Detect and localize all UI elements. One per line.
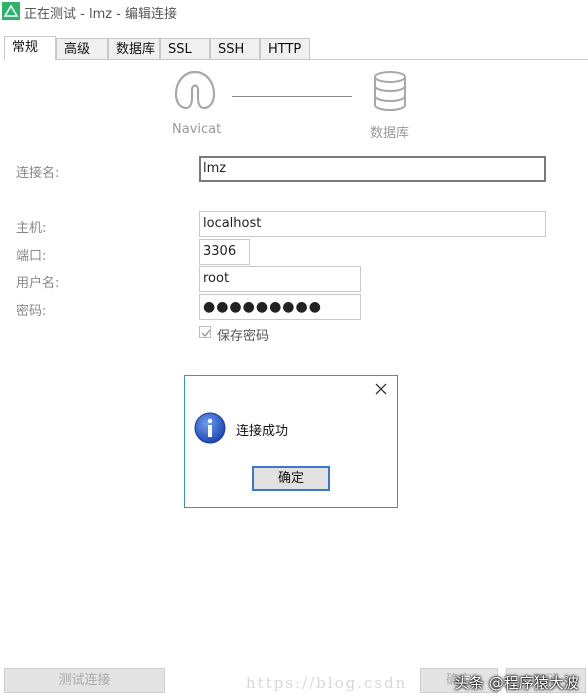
general-panel bbox=[4, 60, 586, 663]
dialog-message: 连接成功 bbox=[236, 424, 289, 439]
navicat-label: Navicat bbox=[172, 122, 222, 137]
info-icon bbox=[194, 412, 226, 444]
tab-strip: 常规 高级 数据库 SSL SSH HTTP bbox=[4, 36, 588, 60]
tab-ssh[interactable]: SSH bbox=[210, 38, 260, 59]
window-title: 正在测试 - lmz - 编辑连接 bbox=[24, 7, 178, 22]
conn-name-label: 连接名: bbox=[16, 166, 60, 181]
password-label: 密码: bbox=[16, 304, 47, 319]
save-password-checkbox[interactable] bbox=[199, 326, 211, 338]
navicat-logo-icon bbox=[174, 70, 216, 110]
conn-name-input[interactable]: lmz bbox=[199, 156, 546, 182]
username-input[interactable]: root bbox=[199, 266, 361, 292]
tab-ssl[interactable]: SSL bbox=[160, 38, 210, 59]
host-label: 主机: bbox=[16, 221, 47, 236]
password-input[interactable]: ●●●●●●●●● bbox=[199, 294, 361, 320]
save-password-label: 保存密码 bbox=[217, 329, 270, 344]
title-bar: 正在测试 - lmz - 编辑连接 bbox=[0, 0, 588, 24]
port-input[interactable]: 3306 bbox=[199, 239, 250, 265]
port-label: 端口: bbox=[16, 249, 47, 264]
tab-general[interactable]: 常规 bbox=[4, 36, 56, 60]
test-connection-button[interactable]: 测试连接 bbox=[4, 668, 165, 693]
tab-advanced[interactable]: 高级 bbox=[56, 38, 108, 59]
tab-database[interactable]: 数据库 bbox=[108, 38, 160, 59]
host-input[interactable]: localhost bbox=[199, 211, 546, 237]
ok-button[interactable]: 确定 bbox=[252, 466, 330, 491]
author-watermark: 头条 @程序猿大波 bbox=[454, 674, 579, 692]
tab-http[interactable]: HTTP bbox=[260, 38, 310, 59]
connection-success-dialog: 连接成功 确定 bbox=[184, 375, 398, 508]
check-icon bbox=[201, 329, 211, 338]
close-icon[interactable] bbox=[374, 382, 388, 396]
url-watermark: https://blog.csdn bbox=[246, 674, 408, 692]
database-icon bbox=[374, 71, 406, 112]
connector-line bbox=[232, 96, 352, 97]
username-label: 用户名: bbox=[16, 276, 60, 291]
database-label: 数据库 bbox=[370, 126, 410, 141]
navicat-app-icon bbox=[2, 2, 20, 20]
